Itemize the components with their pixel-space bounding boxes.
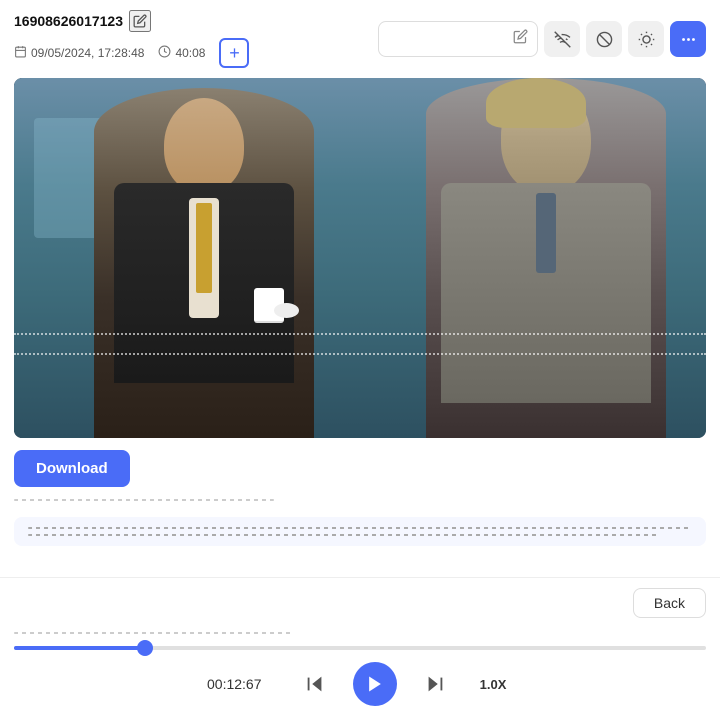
add-button[interactable]: + xyxy=(219,38,249,68)
scene-line-2 xyxy=(28,534,659,536)
annotation-line-1 xyxy=(14,333,706,335)
pen-search-icon xyxy=(513,29,528,49)
rewind-button[interactable] xyxy=(297,666,333,702)
wifi-off-button[interactable] xyxy=(544,21,580,57)
scene-line-1 xyxy=(28,527,692,529)
recording-date: 09/05/2024, 17:28:48 xyxy=(31,46,144,60)
app-header: 16908626017123 09/05/2024, 17:28:48 xyxy=(0,0,720,78)
clock-icon xyxy=(158,45,171,61)
annotation-line-2 xyxy=(14,353,706,355)
description-area xyxy=(0,493,720,513)
calendar-icon xyxy=(14,45,27,61)
edit-id-button[interactable] xyxy=(129,10,151,32)
forward-button[interactable] xyxy=(417,666,453,702)
video-player[interactable] xyxy=(14,78,706,438)
download-button[interactable]: Download xyxy=(14,450,130,487)
description-line-1 xyxy=(14,499,274,501)
download-section: Download xyxy=(0,438,720,493)
progress-thumb[interactable] xyxy=(137,640,153,656)
scene-info-box xyxy=(14,517,706,546)
block-button[interactable] xyxy=(586,21,622,57)
play-button[interactable] xyxy=(353,662,397,706)
progress-bar-container[interactable] xyxy=(0,646,720,650)
back-button[interactable]: Back xyxy=(633,588,706,618)
progress-track[interactable] xyxy=(14,646,706,650)
player-panel: Back 00:12:67 xyxy=(0,577,720,720)
brightness-button[interactable] xyxy=(628,21,664,57)
progress-fill xyxy=(14,646,145,650)
speed-badge[interactable]: 1.0X xyxy=(473,677,513,692)
recording-duration: 40:08 xyxy=(175,46,205,60)
recording-id: 16908626017123 xyxy=(14,13,123,29)
panel-text-line xyxy=(14,632,294,634)
player-controls: 00:12:67 1.0X xyxy=(0,662,720,720)
time-display: 00:12:67 xyxy=(207,676,277,692)
more-options-button[interactable] xyxy=(670,21,706,57)
